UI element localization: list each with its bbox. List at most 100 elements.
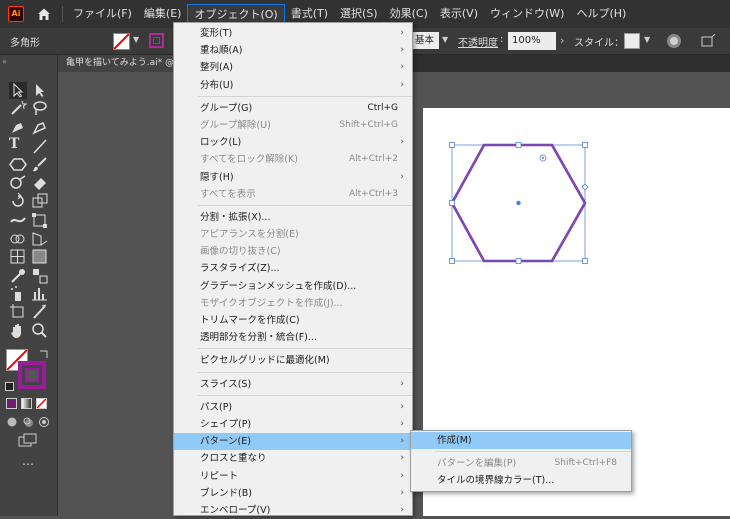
menu-item[interactable]: グラデーションメッシュを作成(D)...: [174, 278, 412, 295]
menu-item[interactable]: ラスタライズ(Z)...: [174, 260, 412, 277]
menu-effect[interactable]: 効果(C): [384, 4, 434, 24]
resize-handle[interactable]: [515, 142, 522, 148]
menu-item[interactable]: モザイクオブジェクトを作成(J)...: [174, 295, 412, 312]
shaper-tool-icon[interactable]: [9, 174, 27, 191]
menu-item[interactable]: スライス(S) ›: [174, 376, 412, 393]
hand-tool-icon[interactable]: [9, 322, 27, 339]
perspective-grid-tool-icon[interactable]: [31, 230, 49, 247]
menu-item[interactable]: ブレンド(B) ›: [174, 485, 412, 502]
scale-tool-icon[interactable]: [31, 192, 49, 209]
paintbrush-tool-icon[interactable]: [31, 156, 49, 173]
free-transform-tool-icon[interactable]: [31, 212, 49, 229]
menu-item[interactable]: タイルの境界線カラー(T)...: [411, 472, 631, 489]
draw-behind-icon[interactable]: [22, 416, 34, 428]
none-mode-icon[interactable]: [36, 398, 47, 409]
menu-help[interactable]: ヘルプ(H): [570, 4, 632, 24]
menu-item[interactable]: 分割・拡張(X)...: [174, 209, 412, 226]
line-tool-icon[interactable]: [31, 138, 49, 155]
resize-handle[interactable]: [449, 258, 455, 264]
polygon-tool-icon[interactable]: [9, 156, 27, 173]
rotate-tool-icon[interactable]: [9, 192, 27, 209]
menu-item[interactable]: 分布(U) ›: [174, 77, 412, 94]
fill-swatch[interactable]: [113, 33, 130, 50]
resize-handle[interactable]: [515, 258, 522, 264]
menu-edit[interactable]: 編集(E): [138, 4, 188, 24]
chevron-down-icon[interactable]: ▼: [133, 35, 139, 44]
menu-item[interactable]: シェイプ(P) ›: [174, 416, 412, 433]
resize-handle[interactable]: [449, 142, 455, 148]
artboard-tool-icon[interactable]: [9, 303, 27, 320]
transform-icon[interactable]: [700, 34, 716, 48]
screen-mode-icon[interactable]: [18, 433, 38, 447]
default-colors-icon[interactable]: [5, 382, 14, 391]
type-tool-icon[interactable]: T: [9, 136, 27, 153]
gradient-mode-icon[interactable]: [21, 398, 32, 409]
menu-item[interactable]: 作成(M): [411, 432, 631, 450]
eyedropper-tool-icon[interactable]: [9, 267, 27, 284]
resize-handle[interactable]: [582, 258, 588, 264]
draw-inside-icon[interactable]: [38, 416, 50, 428]
menu-item[interactable]: ロック(L) ›: [174, 134, 412, 151]
magic-wand-tool-icon[interactable]: [9, 100, 27, 117]
menu-item[interactable]: 整列(A) ›: [174, 59, 412, 76]
eraser-tool-icon[interactable]: [31, 174, 49, 191]
color-mode-icon[interactable]: [6, 398, 17, 409]
menu-item[interactable]: トリムマークを作成(C): [174, 312, 412, 329]
blend-tool-icon[interactable]: [31, 267, 49, 284]
menu-select[interactable]: 選択(S): [334, 4, 384, 24]
menu-item[interactable]: すべてをロック解除(K) Alt+Ctrl+2: [174, 151, 412, 168]
width-tool-icon[interactable]: [9, 212, 27, 229]
chevron-down-icon[interactable]: ▼: [644, 35, 650, 44]
menu-object[interactable]: オブジェクト(O): [187, 4, 285, 24]
menu-item[interactable]: 透明部分を分割・統合(F)...: [174, 329, 412, 346]
menu-item[interactable]: エンベロープ(V) ›: [174, 502, 412, 519]
curvature-tool-icon[interactable]: [31, 119, 49, 136]
menu-item[interactable]: パターンを編集(P) Shift+Ctrl+F8: [411, 455, 631, 472]
menu-item[interactable]: グループ(G) Ctrl+G: [174, 100, 412, 117]
gradient-tool-icon[interactable]: [31, 248, 49, 265]
side-count-handle[interactable]: [581, 183, 589, 191]
more-tools-icon[interactable]: ⋯: [22, 457, 35, 471]
mesh-tool-icon[interactable]: [9, 248, 27, 265]
swap-fill-stroke-icon[interactable]: [38, 348, 50, 360]
menu-item[interactable]: アピアランスを分割(E): [174, 226, 412, 243]
resize-handle[interactable]: [582, 142, 588, 148]
chevron-down-icon[interactable]: ▼: [442, 35, 448, 44]
chevron-right-icon[interactable]: ›: [560, 34, 564, 47]
menu-item[interactable]: すべてを表示 Alt+Ctrl+3: [174, 186, 412, 203]
draw-normal-icon[interactable]: [6, 416, 18, 428]
menu-item[interactable]: クロスと重なり ›: [174, 450, 412, 467]
menu-item[interactable]: グループ解除(U) Shift+Ctrl+G: [174, 117, 412, 134]
column-graph-tool-icon[interactable]: [31, 285, 49, 302]
menu-item[interactable]: ピクセルグリッドに最適化(M): [174, 352, 412, 369]
graphic-style-swatch[interactable]: [624, 33, 640, 49]
menu-item[interactable]: パス(P) ›: [174, 399, 412, 416]
direct-selection-tool-icon[interactable]: [31, 82, 49, 99]
menu-type[interactable]: 書式(T): [285, 4, 334, 24]
menu-file[interactable]: ファイル(F): [67, 4, 138, 24]
pen-tool-icon[interactable]: [9, 119, 27, 136]
home-icon[interactable]: [36, 6, 52, 22]
opacity-input[interactable]: 100%: [508, 32, 556, 50]
resize-handle[interactable]: [449, 200, 455, 206]
document-tab[interactable]: 亀甲を描いてみよう.ai* @ 5: [58, 55, 176, 72]
menu-window[interactable]: ウィンドウ(W): [484, 4, 570, 24]
menu-item[interactable]: パターン(E) ›: [174, 433, 412, 451]
lasso-tool-icon[interactable]: [31, 100, 49, 117]
stroke-style-dropdown[interactable]: 基本: [413, 32, 439, 49]
menu-view[interactable]: 表示(V): [434, 4, 484, 24]
collapse-icon[interactable]: «: [2, 57, 7, 66]
stroke-color-box[interactable]: [18, 361, 46, 389]
stroke-swatch[interactable]: [149, 33, 164, 48]
slice-tool-icon[interactable]: [31, 303, 49, 320]
menu-item[interactable]: リピート ›: [174, 468, 412, 485]
zoom-tool-icon[interactable]: [31, 322, 49, 339]
menu-item[interactable]: 画像の切り抜き(C): [174, 243, 412, 260]
symbol-sprayer-tool-icon[interactable]: [9, 285, 27, 302]
shape-builder-tool-icon[interactable]: [9, 230, 27, 247]
selection-tool-icon[interactable]: [9, 82, 27, 99]
recolor-icon[interactable]: [666, 33, 682, 49]
menu-item[interactable]: 重ね順(A) ›: [174, 42, 412, 59]
menu-item[interactable]: 変形(T) ›: [174, 25, 412, 42]
hexagon-shape[interactable]: [445, 138, 595, 268]
